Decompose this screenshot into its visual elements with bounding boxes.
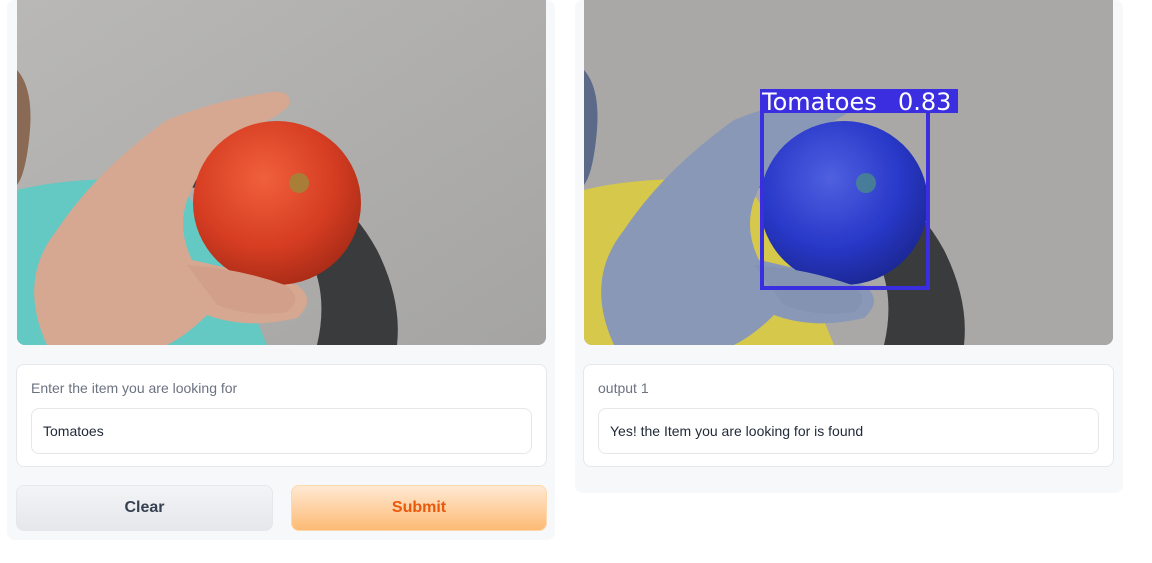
input-image-canvas <box>17 0 546 345</box>
output-label: output 1 <box>598 380 649 396</box>
input-label: Enter the item you are looking for <box>31 380 238 396</box>
output-image-canvas: Tomatoes 0.83 <box>584 0 1113 345</box>
output-image[interactable]: Tomatoes 0.83 <box>584 0 1113 345</box>
clear-button[interactable]: Clear <box>16 485 273 531</box>
submit-button[interactable]: Submit <box>291 485 547 531</box>
detection-class-label: Tomatoes <box>761 88 877 116</box>
output-panel: Tomatoes 0.83 output 1 Yes! the Item you… <box>575 0 1123 493</box>
input-image[interactable] <box>17 0 546 345</box>
detection-confidence: 0.83 <box>898 88 951 116</box>
input-panel: Enter the item you are looking for Tomat… <box>7 0 555 540</box>
output-card: output 1 Yes! the Item you are looking f… <box>583 364 1114 467</box>
item-search-input[interactable]: Tomatoes <box>31 408 532 454</box>
output-textbox[interactable]: Yes! the Item you are looking for is fou… <box>598 408 1099 454</box>
input-card: Enter the item you are looking for Tomat… <box>16 364 547 467</box>
